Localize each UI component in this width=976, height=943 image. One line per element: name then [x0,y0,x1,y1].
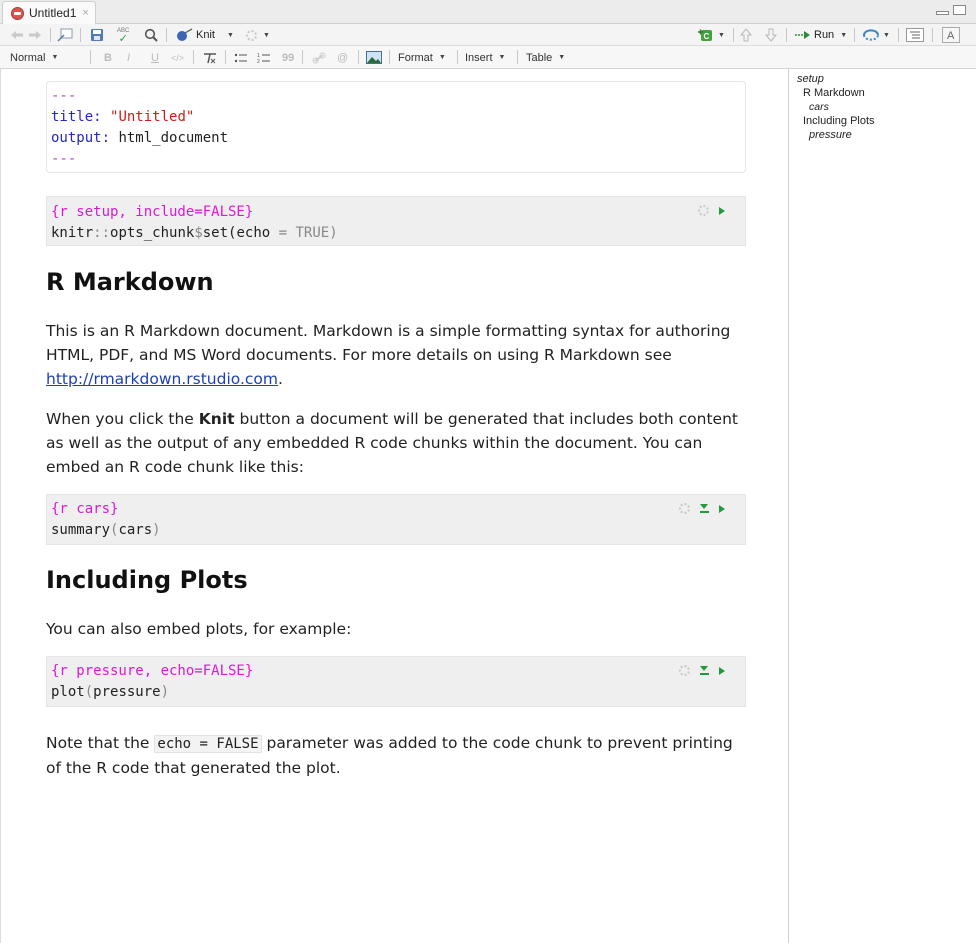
run-previous-chunks-icon[interactable] [700,504,709,513]
outline-item-setup[interactable]: setup [797,73,824,85]
settings-gear-dropdown[interactable]: ▼ [246,27,270,43]
svg-text:A: A [947,30,955,42]
run-chunk-icon[interactable] [719,666,725,675]
inline-code-echo: echo = FALSE [154,735,262,753]
clear-formatting-icon[interactable] [203,50,217,65]
bullet-list-icon[interactable] [234,50,248,65]
code-chunk-setup[interactable]: {r setup, include=FALSE} knitr::opts_chu… [46,196,746,246]
run-button[interactable]: Run ▼ [794,27,847,43]
visual-editor-toggle-icon[interactable]: A [942,27,960,43]
heading-including-plots: Including Plots [46,566,248,594]
forward-arrow-icon[interactable] [28,27,42,43]
rerun-icon [863,29,879,41]
paragraph-knit: When you click the Knit button a documen… [46,410,738,476]
paragraph-plots: You can also embed plots, for example: [46,620,352,638]
tab-untitled1[interactable]: Untitled1 × [2,1,96,24]
insert-image-icon[interactable] [366,50,382,65]
citation-icon[interactable]: @ [337,50,348,65]
underline-button[interactable]: U [151,50,159,65]
rerun-button[interactable]: ▼ [862,27,890,43]
yaml-header-block[interactable]: --- title: "Untitled" output: html_docum… [46,81,746,173]
show-in-window-icon[interactable] [57,27,73,43]
rmarkdown-link[interactable]: http://rmarkdown.rstudio.com [46,370,278,388]
back-arrow-icon[interactable] [10,27,24,43]
rmarkdown-file-icon [11,6,24,20]
search-icon[interactable] [144,27,158,43]
run-previous-chunks-icon[interactable] [700,666,709,675]
knit-icon [177,28,193,41]
heading-r-markdown: R Markdown [46,268,214,296]
paragraph-intro: This is an R Markdown document. Markdown… [46,322,731,388]
insert-chunk-icon: C [698,29,712,41]
minimize-pane-icon[interactable] [936,11,949,15]
editor-toolbar: ABC ✓ Knit ▼ ▼ C ▼ Run ▼ ▼ A [0,24,976,46]
outline-item-cars[interactable]: cars [809,101,829,113]
link-icon[interactable] [312,50,326,65]
chunk-options-gear-icon[interactable] [698,205,709,216]
next-chunk-icon[interactable] [765,27,777,43]
chunk-options-gear-icon[interactable] [679,665,690,676]
svg-text:2: 2 [257,59,260,64]
insert-menu[interactable]: Insert ▼ [465,50,505,65]
outline-item-including-plots[interactable]: Including Plots [803,115,875,127]
code-chunk-cars[interactable]: {r cars} summary(cars) [46,494,746,545]
insert-chunk-button[interactable]: C ▼ [697,27,725,43]
maximize-pane-icon[interactable] [953,5,966,15]
blockquote-button[interactable]: 99 [282,50,294,65]
show-outline-icon[interactable] [906,27,924,43]
window-controls [936,5,966,15]
visual-editor[interactable]: --- title: "Untitled" output: html_docum… [0,69,788,943]
format-toolbar: Normal ▼ B I U </> 12 99 @ Format ▼ Insert… [0,46,976,69]
outline-item-r-markdown[interactable]: R Markdown [803,87,865,99]
code-chunk-pressure[interactable]: {r pressure, echo=FALSE} plot(pressure) [46,656,746,707]
knit-button[interactable]: Knit ▼ [173,27,234,43]
outline-item-pressure[interactable]: pressure [809,129,852,141]
format-menu[interactable]: Format ▼ [398,50,446,65]
previous-chunk-icon[interactable] [740,27,752,43]
close-tab-icon[interactable]: × [82,7,88,19]
table-menu[interactable]: Table ▼ [526,50,565,65]
italic-button[interactable]: I [127,50,130,65]
save-icon[interactable] [90,27,104,43]
run-chunk-icon[interactable] [719,206,725,215]
code-format-button[interactable]: </> [171,50,184,65]
run-chunk-icon[interactable] [719,504,725,513]
tab-title: Untitled1 [29,6,77,20]
tab-bar: Untitled1 × [0,0,976,24]
run-arrow-icon [795,31,810,39]
paragraph-style-dropdown[interactable]: Normal ▼ [10,50,58,65]
spellcheck-icon[interactable]: ABC ✓ [117,27,129,45]
numbered-list-icon[interactable]: 12 [257,50,271,65]
document-outline: setup R Markdown cars Including Plots pr… [788,69,976,943]
gear-icon [246,29,257,41]
svg-text:C: C [704,32,710,41]
paragraph-note: Note that the echo = FALSE parameter was… [46,734,733,777]
chunk-options-gear-icon[interactable] [679,503,690,514]
bold-button[interactable]: B [104,50,112,65]
